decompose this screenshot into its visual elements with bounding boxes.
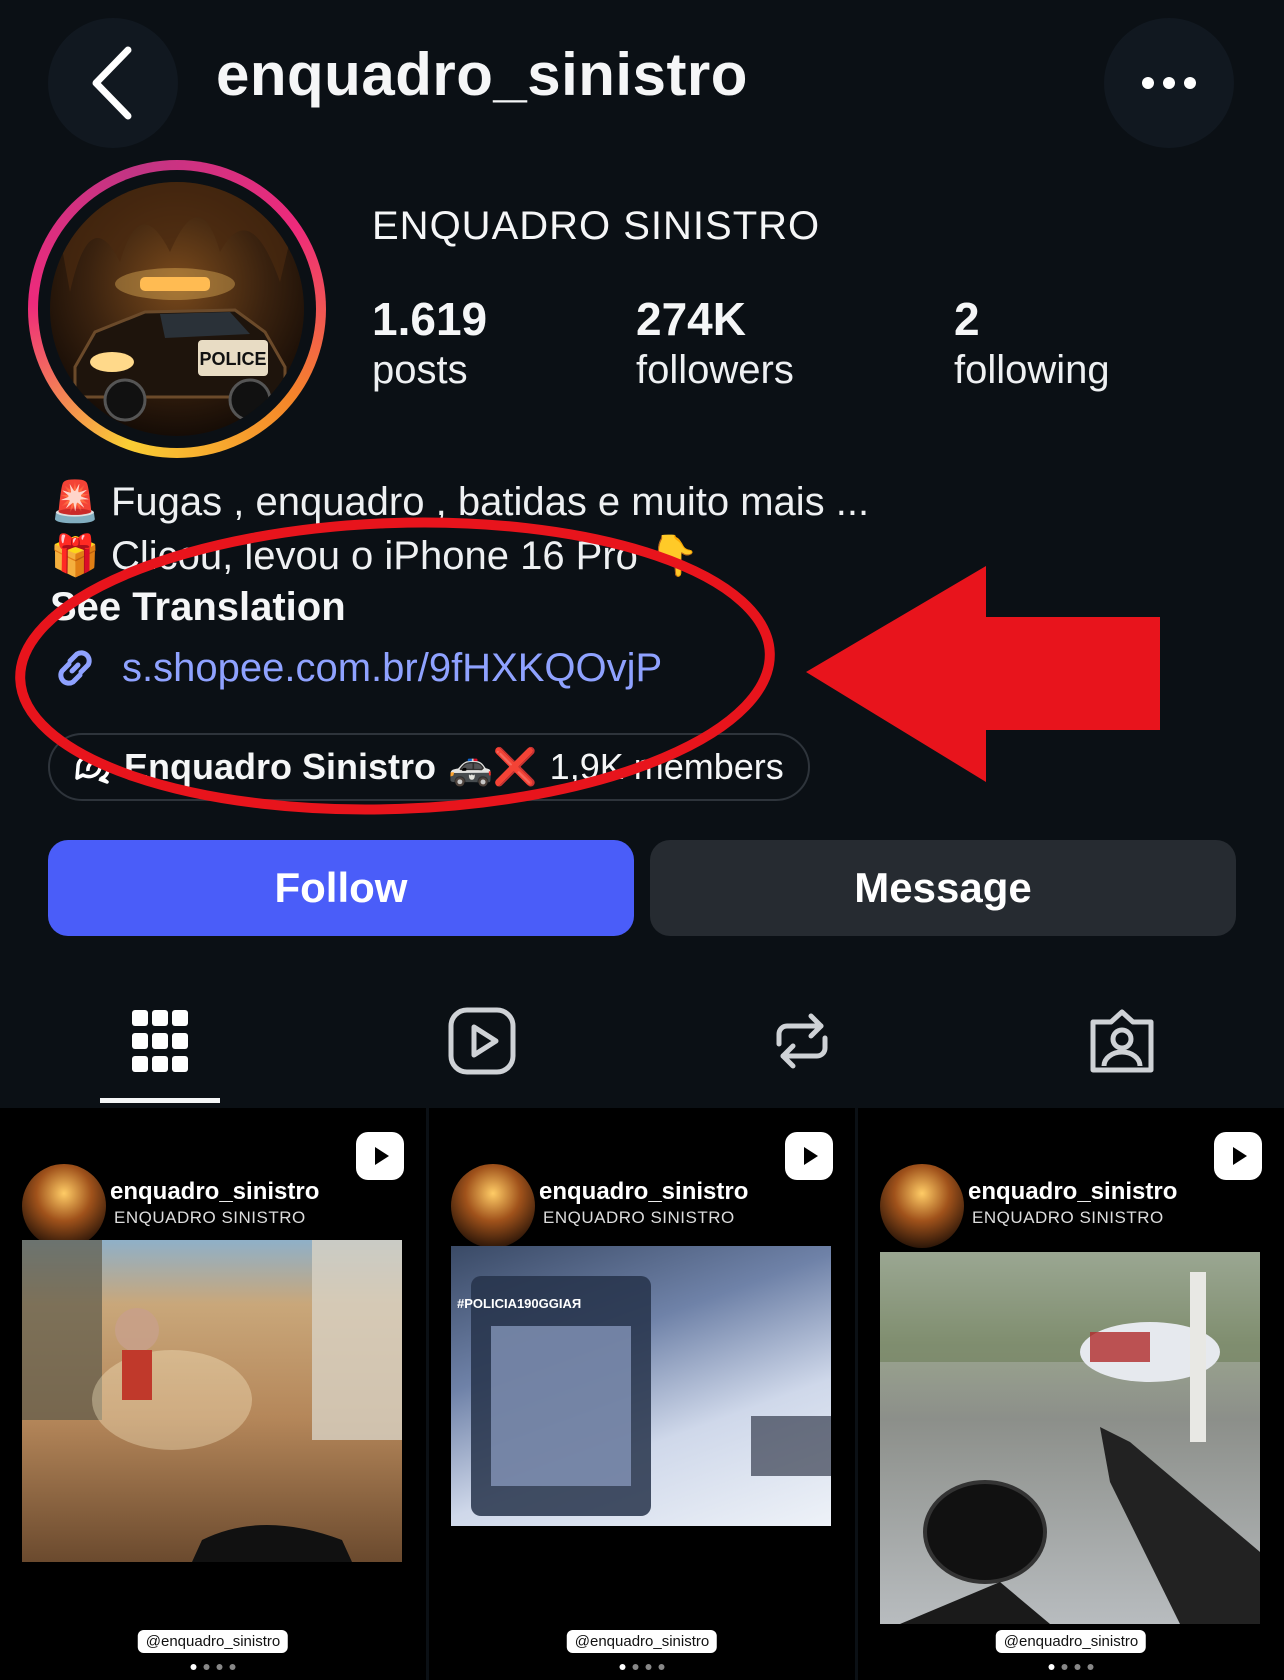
- message-button[interactable]: Message: [650, 840, 1236, 936]
- tab-tagged[interactable]: [1077, 996, 1167, 1086]
- svg-text:POLICE: POLICE: [199, 349, 266, 369]
- post-subtitle: ENQUADRO SINISTRO: [114, 1208, 306, 1227]
- post-overlay-text: #POLICIA190GGIAЯ: [457, 1296, 581, 1311]
- post-subtitle: ENQUADRO SINISTRO: [543, 1208, 735, 1227]
- tab-reels[interactable]: [437, 996, 527, 1086]
- follow-button[interactable]: Follow: [48, 840, 634, 936]
- active-tab-indicator: [100, 1098, 220, 1103]
- post-video-thumbnail: [22, 1240, 402, 1562]
- channel-name: Enquadro Sinistro: [124, 746, 437, 787]
- grid-icon: [132, 1010, 188, 1072]
- post-username: enquadro_sinistro: [110, 1178, 320, 1205]
- post-tile[interactable]: enquadro_sinistro ENQUADRO SINISTRO #POL…: [429, 1108, 855, 1680]
- chevron-left-icon: [92, 46, 132, 120]
- see-translation-link[interactable]: See Translation: [50, 585, 346, 630]
- bio-line-2: 🎁 Clicou, levou o iPhone 16 Pro 👇: [50, 532, 699, 579]
- followers-count[interactable]: 274K: [636, 292, 746, 346]
- post-avatar: [22, 1164, 106, 1248]
- post-username: enquadro_sinistro: [968, 1178, 1178, 1205]
- tab-reposts[interactable]: [757, 996, 847, 1086]
- bio-text-1: Fugas , enquadro , batidas e muito mais …: [110, 480, 870, 524]
- bio-link[interactable]: s.shopee.com.br/9fHXKQOvjP: [50, 643, 662, 693]
- channel-emoji: 🚓❌: [448, 746, 538, 787]
- police-car-avatar-image: POLICE: [50, 182, 304, 436]
- broadcast-channel-pill[interactable]: Enquadro Sinistro 🚓❌ 1,9K members: [48, 733, 810, 801]
- carousel-dots: [1048, 1664, 1094, 1670]
- carousel-dots: [190, 1664, 236, 1670]
- post-video-thumbnail: #POLICIA190GGIAЯ: [451, 1246, 831, 1526]
- back-button[interactable]: [48, 18, 178, 148]
- following-count[interactable]: 2: [954, 292, 980, 346]
- post-avatar: [451, 1164, 535, 1248]
- posts-count: 1.619: [372, 293, 488, 345]
- post-video-thumbnail: [880, 1252, 1260, 1624]
- tagged-icon: [1090, 1009, 1154, 1073]
- more-horizontal-icon: [1142, 77, 1196, 89]
- bio-line-1: 🚨 Fugas , enquadro , batidas e muito mai…: [50, 478, 869, 525]
- reel-badge-icon: [1214, 1132, 1262, 1180]
- post-tile[interactable]: enquadro_sinistro ENQUADRO SINISTRO @enq…: [0, 1108, 426, 1680]
- chat-bubbles-icon: [75, 754, 110, 784]
- profile-avatar[interactable]: POLICE: [28, 160, 326, 458]
- gift-emoji: 🎁: [50, 534, 100, 578]
- reposts-icon: [776, 1013, 828, 1069]
- reels-icon: [448, 1007, 516, 1075]
- link-icon: [58, 650, 92, 686]
- pointing-down-emoji: 👇: [649, 534, 699, 578]
- siren-emoji: 🚨: [50, 480, 100, 524]
- following-label[interactable]: following: [954, 348, 1110, 393]
- profile-username-title: enquadro_sinistro: [216, 41, 748, 108]
- bio-link-text[interactable]: s.shopee.com.br/9fHXKQOvjP: [122, 646, 662, 691]
- profile-display-name: ENQUADRO SINISTRO: [372, 204, 821, 248]
- channel-members: 1,9K members: [549, 746, 784, 787]
- post-tile[interactable]: enquadro_sinistro ENQUADRO SINISTRO @enq…: [858, 1108, 1284, 1680]
- post-handle-tag: @enquadro_sinistro: [566, 1630, 718, 1653]
- post-subtitle: ENQUADRO SINISTRO: [972, 1208, 1164, 1227]
- more-options-button[interactable]: [1104, 18, 1234, 148]
- carousel-dots: [619, 1664, 665, 1670]
- post-avatar: [880, 1164, 964, 1248]
- bio-text-2: Clicou, levou o iPhone 16 Pro: [110, 534, 638, 578]
- followers-label[interactable]: followers: [636, 348, 794, 393]
- post-handle-tag: @enquadro_sinistro: [137, 1630, 289, 1653]
- red-arrow-icon: [806, 566, 1160, 782]
- tab-grid[interactable]: [115, 996, 205, 1086]
- post-username: enquadro_sinistro: [539, 1178, 749, 1205]
- post-handle-tag: @enquadro_sinistro: [995, 1630, 1147, 1653]
- reel-badge-icon: [785, 1132, 833, 1180]
- reel-badge-icon: [356, 1132, 404, 1180]
- posts-label: posts: [372, 348, 468, 392]
